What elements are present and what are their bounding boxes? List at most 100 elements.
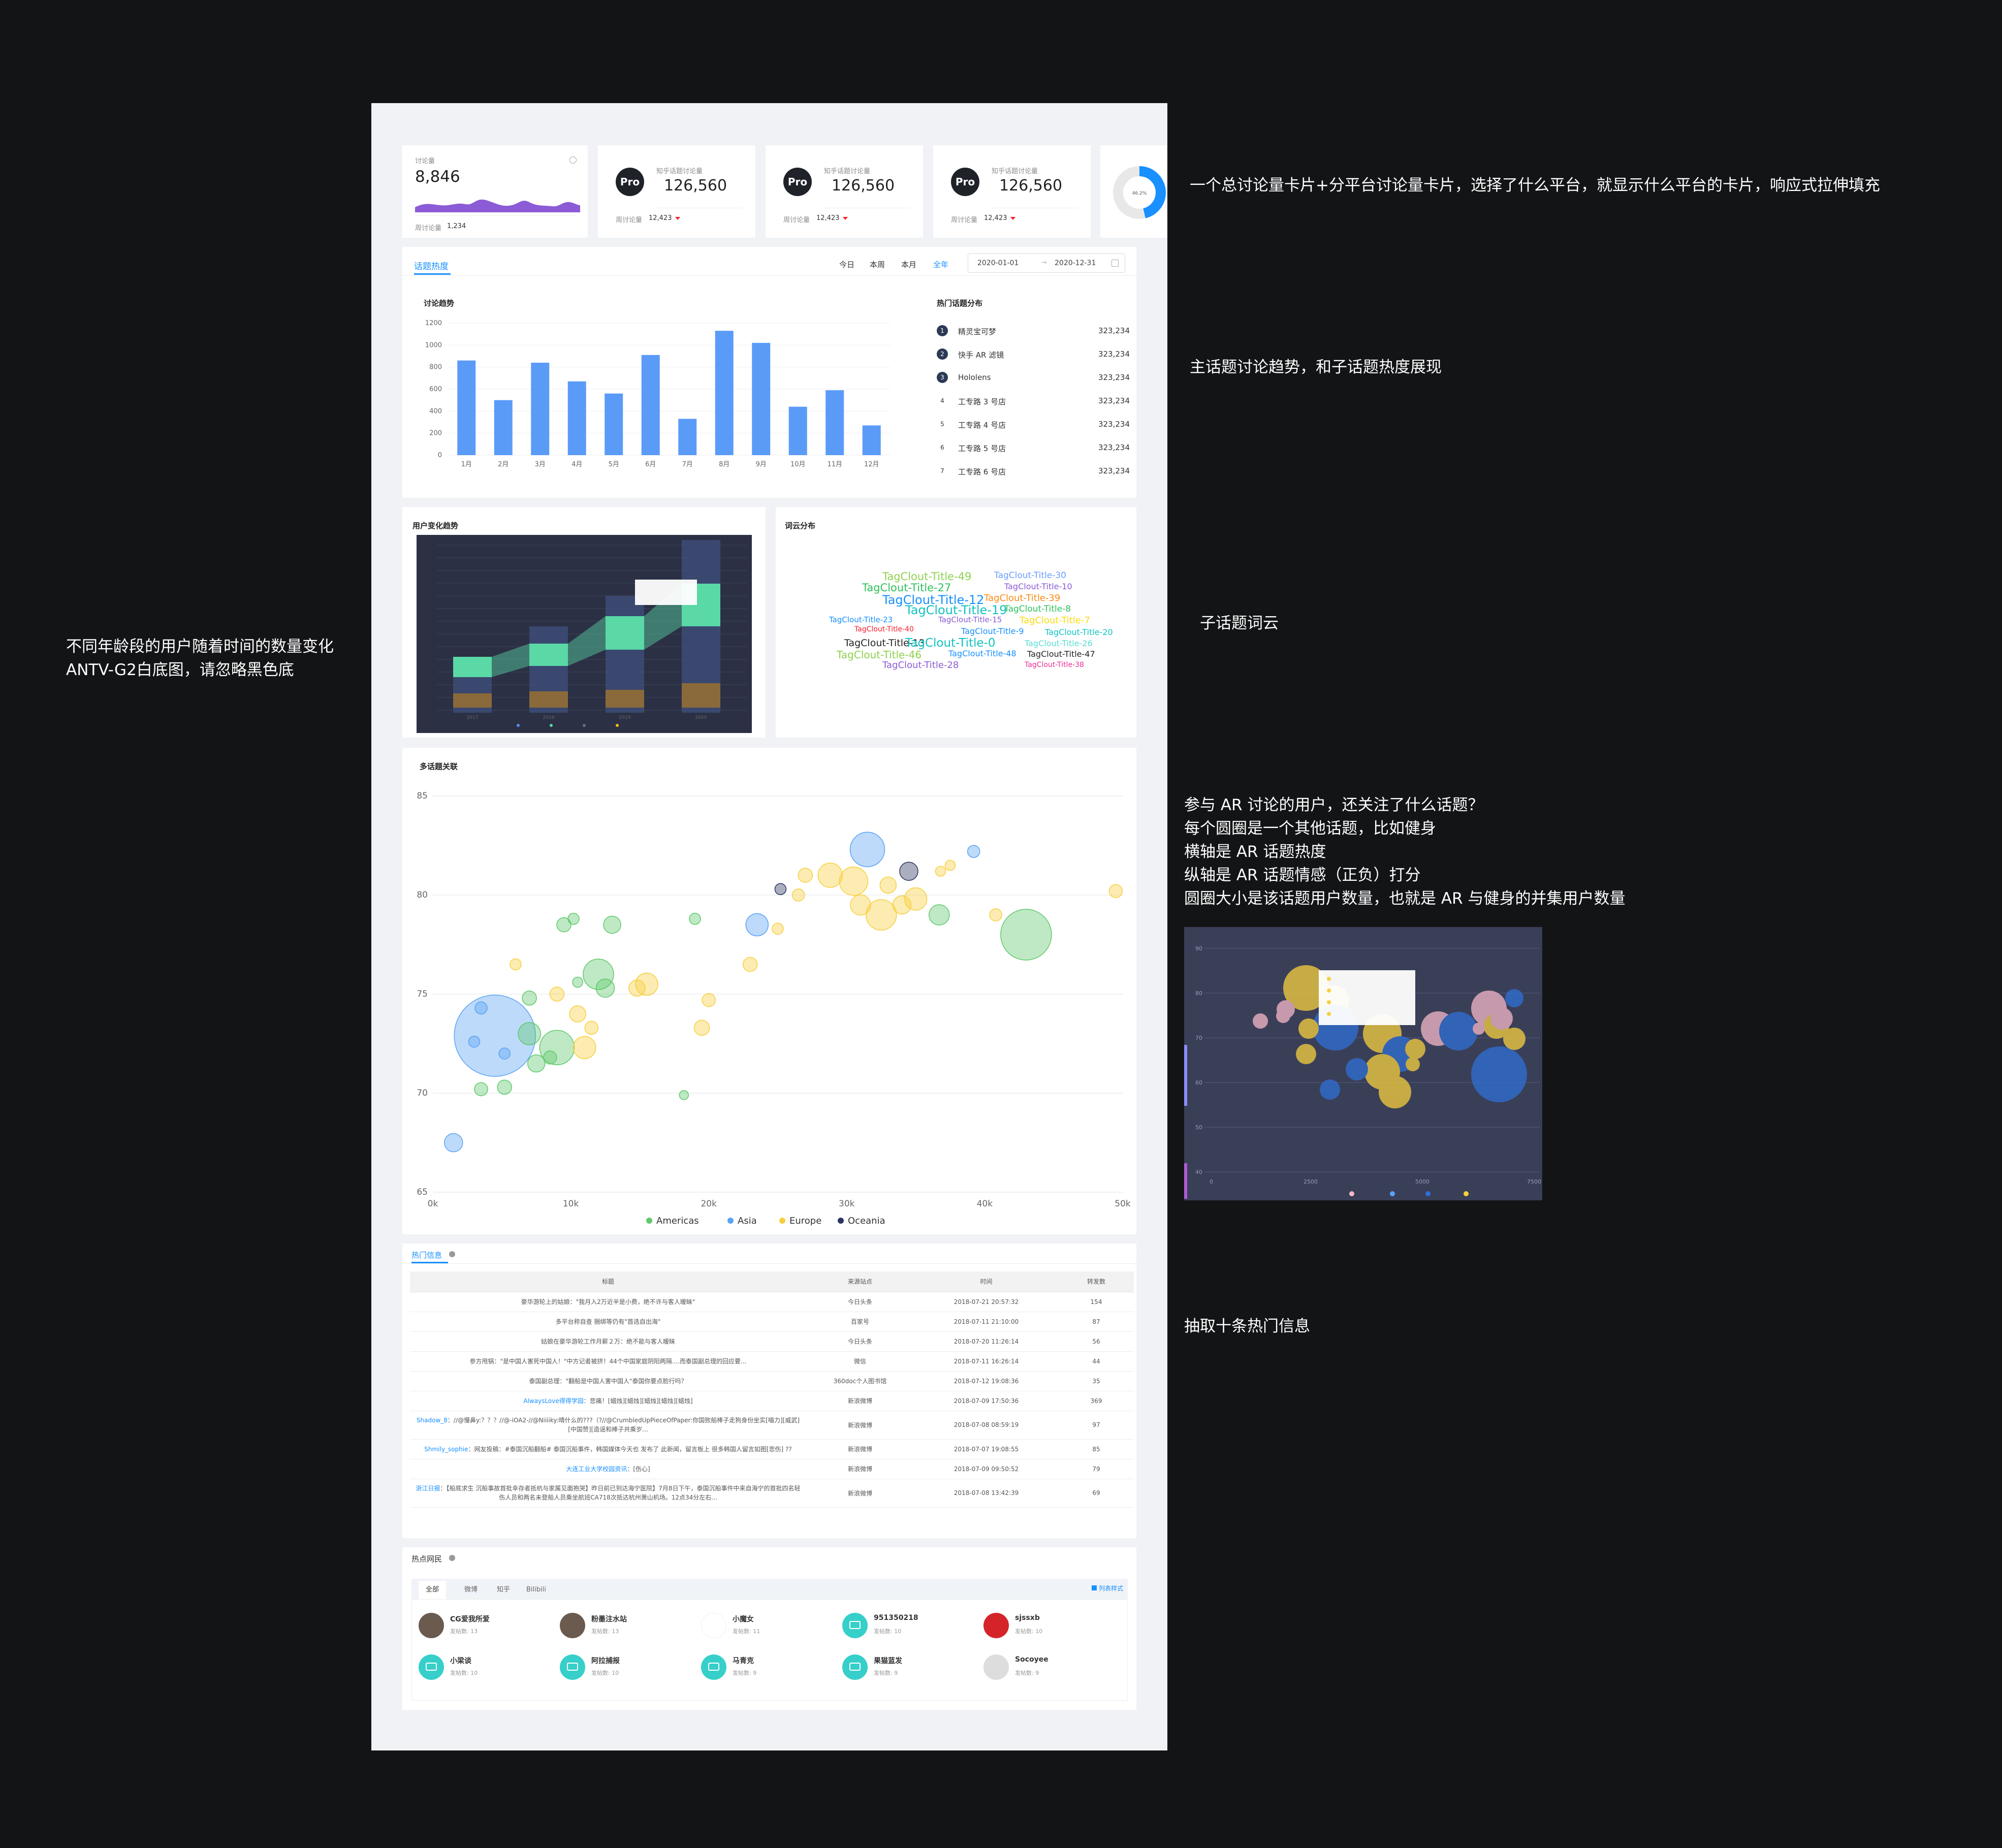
avatar[interactable] xyxy=(842,1613,868,1638)
hot-user-item[interactable]: 阿拉捕报 发帖数: 10 xyxy=(560,1652,687,1684)
rank-item[interactable]: 6 工专路 5 号店 323,234 xyxy=(937,442,1130,454)
hot-user-name[interactable]: 小魔女 xyxy=(733,1614,754,1624)
platform-card[interactable]: Pro 知乎话题讨论量 126,560 周讨论量 12,423 xyxy=(933,145,1091,238)
avatar[interactable] xyxy=(701,1613,726,1638)
avatar[interactable] xyxy=(560,1654,585,1680)
table-row[interactable]: 大连工业大学校园资讯：[伤心] 新浪微博 2018-07-09 09:50:52 79 xyxy=(410,1459,1134,1479)
hot-user-item[interactable]: 果猫蓝发 发帖数: 9 xyxy=(842,1652,969,1684)
rank-item[interactable]: 4 工专路 3 号店 323,234 xyxy=(937,395,1130,407)
wordcloud-tag[interactable]: TagClout-Title-49 xyxy=(882,570,971,583)
help-icon[interactable] xyxy=(449,1251,455,1257)
hot-user-item[interactable]: CG爱我所爱 发帖数: 13 xyxy=(419,1611,546,1642)
hot-user-item[interactable]: 马青克 发帖数: 9 xyxy=(701,1652,828,1684)
platform-card[interactable]: Pro 知乎话题讨论量 126,560 周讨论量 12,423 xyxy=(766,145,923,238)
help-icon[interactable] xyxy=(449,1555,455,1561)
hot-user-item[interactable]: 951350218 发帖数: 10 xyxy=(842,1611,969,1642)
rank-item[interactable]: 1 精灵宝可梦 323,234 xyxy=(937,325,1130,337)
row-title[interactable]: 泰国副总理："翻船是中国人害中国人"泰国你要点脸行吗？ xyxy=(410,1371,806,1391)
wordcloud-tag[interactable]: TagClout-Title-28 xyxy=(882,660,959,671)
range-tab[interactable]: 本月 xyxy=(901,259,916,270)
avatar[interactable] xyxy=(701,1654,726,1680)
table-row[interactable]: Shmily_sophie：网友投稿：#泰国沉船翻船# 泰国沉船事件，韩国媒体今… xyxy=(410,1439,1134,1459)
rank-item[interactable]: 2 快手 AR 滤镜 323,234 xyxy=(937,348,1130,361)
hot-user-name[interactable]: 小梁谈 xyxy=(450,1655,471,1666)
wordcloud-tag[interactable]: TagClout-Title-10 xyxy=(1004,582,1072,591)
wordcloud-tag[interactable]: TagClout-Title-26 xyxy=(1025,639,1093,648)
wordcloud-tag[interactable]: TagClout-Title-46 xyxy=(837,649,921,661)
hot-user-name[interactable]: sjssxb xyxy=(1015,1614,1040,1622)
avatar[interactable] xyxy=(419,1613,444,1638)
rank-item[interactable]: 3 Hololens 323,234 xyxy=(937,372,1130,384)
row-title[interactable]: 姑娘在豪华游轮工作月薪２万：绝不能与客人暧昧 xyxy=(410,1331,806,1352)
table-row[interactable]: 多平台称自查 捆绑等仍有"首选自出海" 百家号 2018-07-11 21:10:0… xyxy=(410,1312,1134,1332)
table-row[interactable]: Shadow_8：//@慢鼻y:？？？//@-iOA2-//@Niiiiky:晴… xyxy=(410,1411,1134,1440)
wordcloud-tag[interactable]: TagClout-Title-47 xyxy=(1027,649,1095,659)
rank-item[interactable]: 5 工专路 4 号店 323,234 xyxy=(937,419,1130,431)
user-filter-tab[interactable]: Bilibili xyxy=(519,1581,553,1599)
wordcloud-tag[interactable]: TagClout-Title-9 xyxy=(961,626,1024,636)
hot-user-name[interactable]: 马青克 xyxy=(733,1655,754,1666)
wordcloud-tag[interactable]: TagClout-Title-30 xyxy=(994,570,1066,581)
avatar[interactable] xyxy=(983,1613,1009,1638)
wordcloud-tag[interactable]: TagClout-Title-48 xyxy=(948,649,1016,658)
hot-user-name[interactable]: 951350218 xyxy=(874,1614,918,1622)
table-row[interactable]: 豪华游轮上的姑娘："我月入2万近半是小费，绝不许与客人暧昧" 今日头条 2018-0… xyxy=(410,1292,1134,1312)
avatar[interactable] xyxy=(419,1654,444,1680)
row-title[interactable]: AlwaysLove得得学园：悲痛！[蜡烛][蜡烛][蜡烛][蜡烛][蜡烛] xyxy=(410,1391,806,1411)
tab-topic-heat[interactable]: 话题热度 xyxy=(414,259,449,272)
wordcloud-tag[interactable]: TagClout-Title-20 xyxy=(1045,627,1113,637)
table-row[interactable]: AlwaysLove得得学园：悲痛！[蜡烛][蜡烛][蜡烛][蜡烛][蜡烛] 新浪… xyxy=(410,1391,1134,1411)
wordcloud-tag[interactable]: TagClout-Title-0 xyxy=(905,636,995,650)
hot-user-item[interactable]: sjssxb 发帖数: 10 xyxy=(983,1611,1110,1642)
avatar[interactable] xyxy=(842,1654,868,1680)
rank-item[interactable]: 7 工专路 6 号店 323,234 xyxy=(937,465,1130,477)
row-title[interactable]: 参方甩锅："是中国人害死中国人！"中方记者被挤！44个中国家庭阴阳两隔....而… xyxy=(410,1351,806,1372)
range-tab[interactable]: 今日 xyxy=(839,259,854,270)
range-tab[interactable]: 本周 xyxy=(870,259,885,270)
row-title[interactable]: Shmily_sophie：网友投稿：#泰国沉船翻船# 泰国沉船事件，韩国媒体今… xyxy=(410,1439,806,1459)
user-filter-tab[interactable]: 微博 xyxy=(457,1581,485,1599)
row-author-link[interactable]: Shadow_8 xyxy=(417,1417,448,1424)
wordcloud-tag[interactable]: TagClout-Title-39 xyxy=(984,593,1060,603)
list-style-toggle[interactable]: 列表样式 xyxy=(1091,1584,1123,1592)
wordcloud-tag[interactable]: TagClout-Title-38 xyxy=(1025,661,1084,669)
date-end[interactable]: 2020-12-31 xyxy=(1055,259,1096,267)
table-row[interactable]: 泰国副总理："翻船是中国人害中国人"泰国你要点脸行吗？ 360doc个人图书馆 20… xyxy=(410,1371,1134,1391)
wordcloud-tag[interactable]: TagClout-Title-7 xyxy=(1020,615,1090,626)
date-range-picker[interactable]: 2020-01-01 → 2020-12-31 xyxy=(968,253,1125,273)
info-icon[interactable] xyxy=(569,156,577,164)
table-row[interactable]: 参方甩锅："是中国人害死中国人！"中方记者被挤！44个中国家庭阴阳两隔....而… xyxy=(410,1351,1134,1372)
hot-user-name[interactable]: 果猫蓝发 xyxy=(874,1655,902,1666)
hot-user-name[interactable]: Socoyee xyxy=(1015,1655,1048,1664)
row-author-link[interactable]: AlwaysLove得得学园 xyxy=(523,1397,583,1405)
range-tab[interactable]: 全年 xyxy=(933,259,948,270)
hot-user-item[interactable]: Socoyee 发帖数: 9 xyxy=(983,1652,1110,1684)
hot-user-name[interactable]: 阿拉捕报 xyxy=(591,1655,620,1666)
user-filter-tab[interactable]: 全部 xyxy=(419,1581,447,1599)
avatar[interactable] xyxy=(560,1613,585,1638)
date-start[interactable]: 2020-01-01 xyxy=(977,259,1019,267)
hot-user-item[interactable]: 小魔女 发帖数: 11 xyxy=(701,1611,828,1642)
table-row[interactable]: 浙江日报：【船底求生 沉船事故首批幸存者抵杭与家属见面抱哭】昨日前已到达海宁医院… xyxy=(410,1479,1134,1508)
platform-card[interactable]: Pro 知乎话题讨论量 126,560 周讨论量 12,423 xyxy=(598,145,755,238)
calendar-icon[interactable] xyxy=(1111,260,1119,267)
hot-user-item[interactable]: 小梁谈 发帖数: 10 xyxy=(419,1652,546,1684)
hot-user-name[interactable]: 粉墨注水站 xyxy=(591,1614,627,1624)
row-title[interactable]: Shadow_8：//@慢鼻y:？？？//@-iOA2-//@Niiiiky:晴… xyxy=(410,1411,806,1440)
row-title[interactable]: 浙江日报：【船底求生 沉船事故首批幸存者抵杭与家属见面抱哭】昨日前已到达海宁医院… xyxy=(410,1479,806,1508)
hot-user-name[interactable]: CG爱我所爱 xyxy=(450,1614,490,1624)
row-title[interactable]: 多平台称自查 捆绑等仍有"首选自出海" xyxy=(410,1312,806,1332)
wordcloud-tag[interactable]: TagClout-Title-8 xyxy=(1004,604,1071,614)
row-author-link[interactable]: Shmily_sophie xyxy=(424,1446,468,1453)
wordcloud-tag[interactable]: TagClout-Title-40 xyxy=(854,625,914,633)
wordcloud-tag[interactable]: TagClout-Title-27 xyxy=(862,582,951,594)
table-row[interactable]: 姑娘在豪华游轮工作月薪２万：绝不能与客人暧昧 今日头条 2018-07-20 11:… xyxy=(410,1331,1134,1352)
hot-user-item[interactable]: 粉墨注水站 发帖数: 13 xyxy=(560,1611,687,1642)
row-author-link[interactable]: 浙江日报 xyxy=(416,1485,440,1492)
row-title[interactable]: 豪华游轮上的姑娘："我月入2万近半是小费，绝不许与客人暧昧" xyxy=(410,1292,806,1312)
wordcloud-tag[interactable]: TagClout-Title-15 xyxy=(938,615,1002,624)
tab-hot-info[interactable]: 热门信息 xyxy=(411,1250,442,1260)
row-author-link[interactable]: 大连工业大学校园资讯 xyxy=(566,1465,627,1473)
row-title[interactable]: 大连工业大学校园资讯：[伤心] xyxy=(410,1459,806,1479)
avatar[interactable] xyxy=(983,1654,1009,1680)
